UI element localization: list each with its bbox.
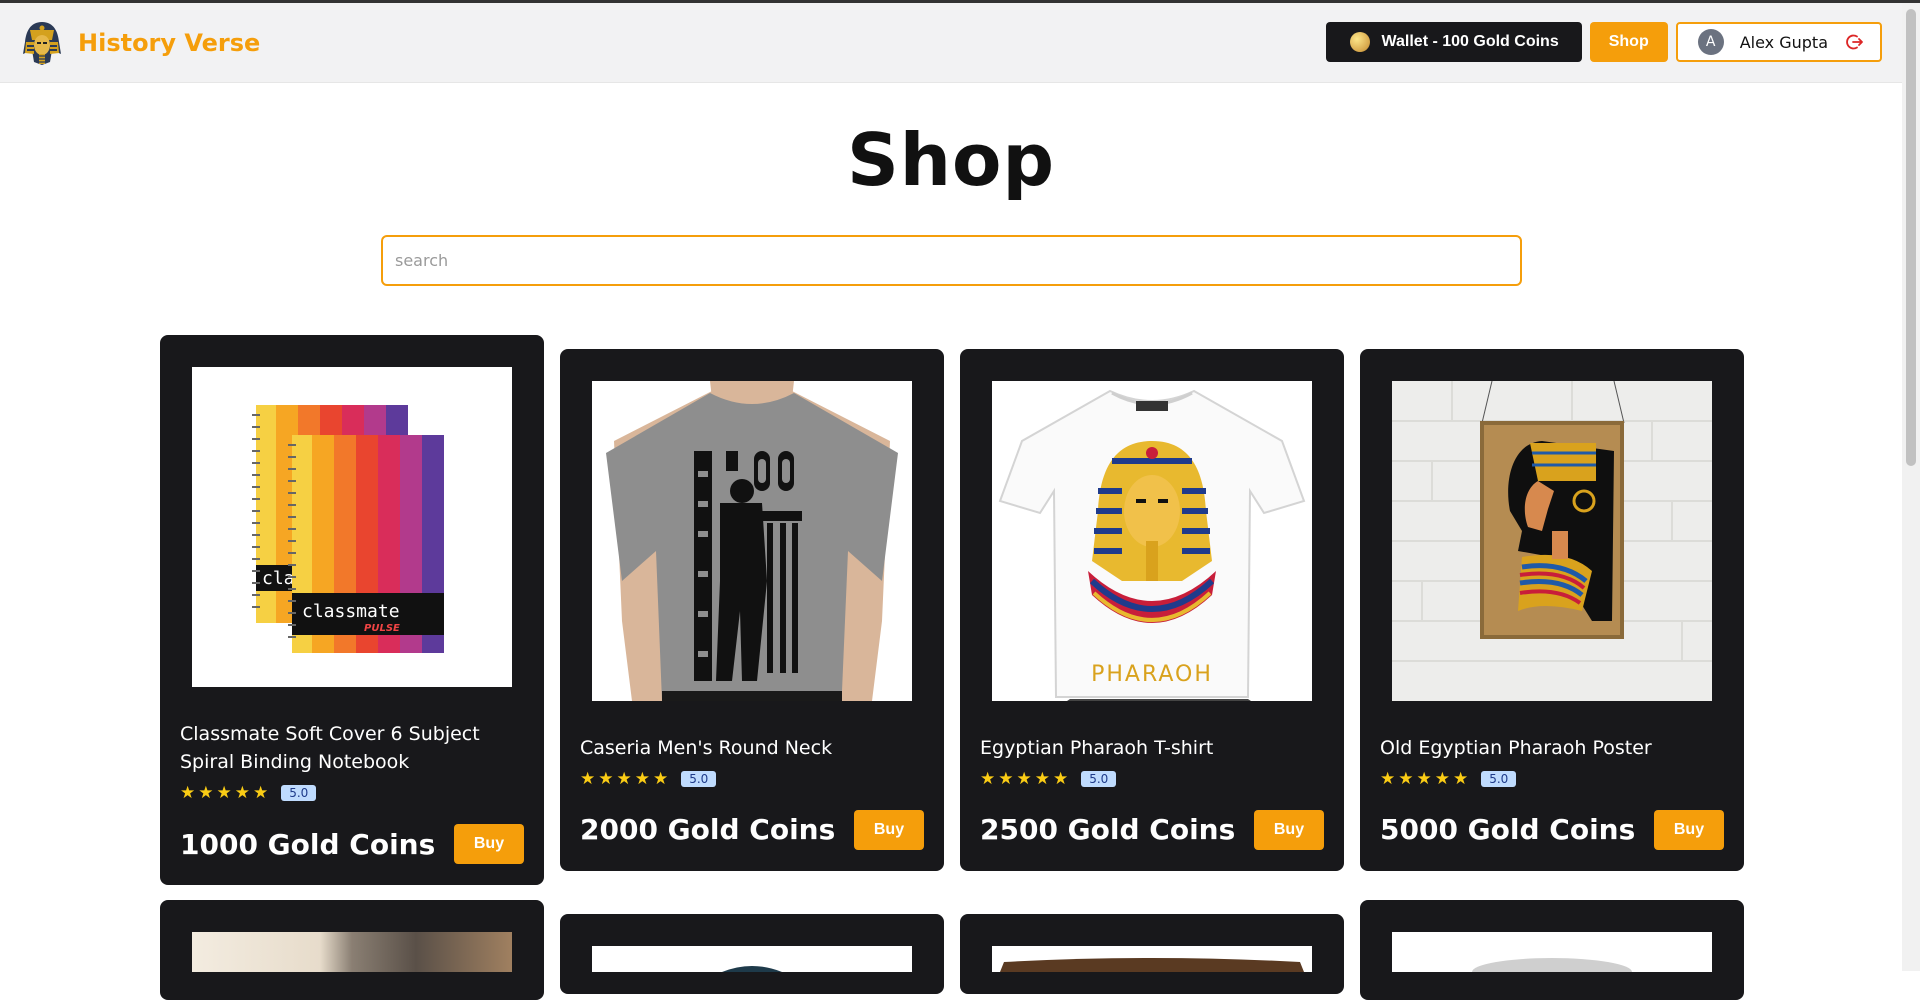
shop-button[interactable]: Shop — [1589, 22, 1668, 62]
wallet-label: Wallet - 100 Gold Coins — [1381, 33, 1559, 50]
product-card: cla classmate PULSE Classmate Soft Cover… — [160, 335, 544, 885]
product-image[interactable] — [992, 946, 1312, 972]
page-title: Shop — [846, 118, 1056, 202]
product-card: Old Egyptian Pharaoh Poster ★★★★★ 5.0 50… — [1360, 349, 1744, 871]
product-card — [560, 914, 944, 994]
product-image[interactable] — [1392, 932, 1712, 972]
notebook-back-text: cla — [262, 568, 295, 589]
product-card: PHARAOH Egyptian Pharaoh T-shirt ★★★★★ 5… — [960, 349, 1344, 871]
product-rating: ★★★★★ 5.0 — [180, 783, 317, 803]
star-rating-icon: ★★★★★ — [580, 769, 672, 789]
user-menu[interactable]: A Alex Gupta — [1675, 22, 1882, 62]
product-rating: ★★★★★ 5.0 — [1380, 769, 1517, 789]
brand-name[interactable]: History Verse — [78, 29, 260, 57]
product-price: 2000 Gold Coins — [580, 813, 836, 846]
top-navbar: History Verse Wallet - 100 Gold Coins Sh… — [0, 3, 1902, 83]
buy-button[interactable]: Buy — [854, 810, 924, 850]
product-image-notebook[interactable]: cla classmate PULSE — [192, 367, 512, 687]
buy-button[interactable]: Buy — [454, 824, 524, 864]
product-rating: ★★★★★ 5.0 — [980, 769, 1117, 789]
product-card: Caseria Men's Round Neck ★★★★★ 5.0 2000 … — [560, 349, 944, 871]
star-rating-icon: ★★★★★ — [180, 783, 272, 803]
wallet-button[interactable]: Wallet - 100 Gold Coins — [1325, 22, 1582, 62]
product-image[interactable] — [592, 946, 912, 972]
star-rating-icon: ★★★★★ — [980, 769, 1072, 789]
product-name: Old Egyptian Pharaoh Poster — [1380, 737, 1652, 759]
notebook-sub-text: PULSE — [364, 623, 400, 634]
pharaoh-logo-icon[interactable] — [20, 20, 64, 66]
gold-coin-icon — [1349, 32, 1370, 52]
product-name: Caseria Men's Round Neck — [580, 737, 833, 759]
product-price: 2500 Gold Coins — [980, 813, 1236, 846]
rating-badge: 5.0 — [1081, 771, 1117, 787]
product-price: 5000 Gold Coins — [1380, 813, 1636, 846]
product-card — [960, 914, 1344, 994]
product-rating: ★★★★★ 5.0 — [580, 769, 717, 789]
rating-badge: 5.0 — [281, 785, 317, 801]
product-card — [1360, 900, 1744, 1000]
user-name: Alex Gupta — [1739, 32, 1828, 52]
product-name: Classmate Soft Cover 6 Subject Spiral Bi… — [180, 723, 480, 773]
product-image-grey-tshirt[interactable] — [592, 381, 912, 701]
page-scrollbar[interactable] — [1902, 3, 1920, 971]
product-image-poster[interactable] — [1392, 381, 1712, 701]
rating-badge: 5.0 — [681, 771, 717, 787]
product-card — [160, 900, 544, 1000]
header-actions: Wallet - 100 Gold Coins Shop A Alex Gupt… — [1325, 22, 1882, 62]
product-image-pharaoh-tshirt[interactable]: PHARAOH — [992, 381, 1312, 701]
search-input[interactable] — [381, 235, 1522, 286]
tshirt-print-text: PHARAOH — [1091, 662, 1213, 687]
buy-button[interactable]: Buy — [1654, 810, 1724, 850]
buy-button[interactable]: Buy — [1254, 810, 1324, 850]
scrollbar-thumb[interactable] — [1906, 9, 1916, 466]
product-image[interactable] — [192, 932, 512, 972]
notebook-brand-text: classmate — [302, 601, 400, 622]
avatar: A — [1697, 29, 1724, 55]
logout-icon[interactable] — [1846, 33, 1864, 51]
star-rating-icon: ★★★★★ — [1380, 769, 1472, 789]
rating-badge: 5.0 — [1481, 771, 1517, 787]
product-price: 1000 Gold Coins — [180, 828, 436, 861]
product-name: Egyptian Pharaoh T-shirt — [980, 737, 1214, 759]
